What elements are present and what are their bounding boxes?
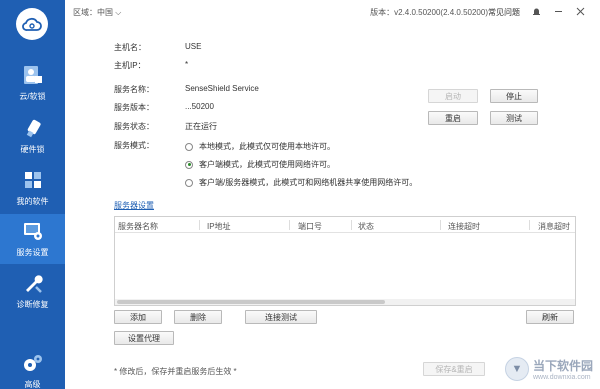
server-settings-link[interactable]: 服务器设置 xyxy=(114,200,154,211)
host-label: 主机名： xyxy=(114,43,146,52)
sidebar-item-label: 云/软锁 xyxy=(19,92,46,101)
start-button[interactable]: 启动 xyxy=(428,89,478,103)
horizontal-scrollbar[interactable] xyxy=(115,299,575,305)
usb-key-icon xyxy=(20,115,46,141)
column-header[interactable]: 状态 xyxy=(358,221,374,232)
column-header[interactable]: 端口号 xyxy=(298,221,322,232)
test-button[interactable]: 测试 xyxy=(490,111,538,125)
sidebar-item-my-software[interactable]: 我的软件 xyxy=(0,163,65,213)
wrench-icon xyxy=(20,270,46,296)
mode-local-radio[interactable]: 本地模式，此模式仅可使用本地许可。 xyxy=(185,141,335,152)
server-table: 服务器名称 IP地址 端口号 状态 连接超时 消息超时 xyxy=(114,216,576,306)
service-name-value: SenseShield Service xyxy=(185,84,259,93)
chevron-down-icon: ⌵ xyxy=(115,8,122,17)
column-divider[interactable] xyxy=(289,220,290,230)
bell-icon[interactable] xyxy=(530,5,542,17)
column-divider[interactable] xyxy=(440,220,441,230)
download-arrow-icon: ▼ xyxy=(505,356,529,381)
service-version-label: 服务版本： xyxy=(114,103,154,112)
save-restart-button[interactable]: 保存&重启 xyxy=(423,362,485,376)
sidebar-item-advanced[interactable]: 高级 xyxy=(0,346,65,389)
table-header: 服务器名称 IP地址 端口号 状态 连接超时 消息超时 xyxy=(115,217,575,233)
column-divider[interactable] xyxy=(529,220,530,230)
column-divider[interactable] xyxy=(351,220,352,230)
watermark: ▼ 当下软件园 www.downxia.com xyxy=(505,348,600,389)
service-mode-label: 服务模式： xyxy=(114,141,154,150)
ip-value: * xyxy=(185,60,189,69)
ip-label: 主机IP： xyxy=(114,61,146,70)
mode-client-server-radio[interactable]: 客户端/服务器模式，此模式可和网络机器共享使用网络许可。 xyxy=(185,177,417,188)
service-status-value: 正在运行 xyxy=(185,122,217,131)
mode-label: 客户端模式，此模式可使用网络许可。 xyxy=(199,160,335,169)
delete-button[interactable]: 删除 xyxy=(174,310,222,324)
sidebar-item-hardware-lock[interactable]: 硬件锁 xyxy=(0,111,65,161)
mode-label: 本地模式，此模式仅可使用本地许可。 xyxy=(199,142,335,151)
radio-circle-selected xyxy=(185,160,193,169)
close-icon[interactable] xyxy=(574,5,586,17)
refresh-button[interactable]: 刷新 xyxy=(526,310,574,324)
sidebar-item-label: 服务设置 xyxy=(16,248,49,257)
mode-client-radio[interactable]: 客户端模式，此模式可使用网络许可。 xyxy=(185,159,335,170)
add-button[interactable]: 添加 xyxy=(114,310,162,324)
faq-link[interactable]: 常见问题 xyxy=(488,7,520,18)
sidebar-item-label: 硬件锁 xyxy=(20,145,45,154)
column-header[interactable]: 消息超时 xyxy=(538,221,570,232)
column-header[interactable]: 服务器名称 xyxy=(118,221,158,232)
region-label: 区域：中国 xyxy=(73,8,113,17)
sidebar: 云/软锁 硬件锁 我的软件 服务设置 诊断修复 高级 xyxy=(0,0,65,389)
sidebar-item-service-settings[interactable]: 服务设置 xyxy=(0,214,65,264)
mode-label: 客户端/服务器模式，此模式可和网络机器共享使用网络许可。 xyxy=(199,178,418,187)
service-version-value: ...50200 xyxy=(185,102,214,111)
service-name-label: 服务名称： xyxy=(114,85,154,94)
sidebar-item-label: 我的软件 xyxy=(16,197,49,206)
radio-circle xyxy=(185,142,193,151)
service-status-label: 服务状态： xyxy=(114,122,154,131)
version-text: 版本：v2.4.0.50200(2.4.0.50200) xyxy=(370,8,488,17)
column-divider[interactable] xyxy=(199,220,200,230)
title-bar: 区域：中国 ⌵ 版本：v2.4.0.50200(2.4.0.50200) 常见问… xyxy=(65,0,600,24)
footnote-text: * 修改后，保存并重启服务后生效 * xyxy=(114,367,237,376)
host-value: USE xyxy=(185,42,202,51)
cubes-icon xyxy=(20,167,46,193)
column-header[interactable]: IP地址 xyxy=(207,221,231,232)
stop-button[interactable]: 停止 xyxy=(490,89,538,103)
server-settings-icon xyxy=(20,218,46,244)
cloud-logo-icon xyxy=(22,17,42,31)
proxy-settings-button[interactable]: 设置代理 xyxy=(114,331,174,345)
scrollbar-thumb[interactable] xyxy=(117,300,385,304)
connect-test-button[interactable]: 连接测试 xyxy=(245,310,317,324)
sidebar-item-diagnose-repair[interactable]: 诊断修复 xyxy=(0,266,65,316)
sidebar-item-label: 诊断修复 xyxy=(16,300,49,309)
sidebar-item-cloud-lock[interactable]: 云/软锁 xyxy=(0,58,65,108)
minimize-icon[interactable] xyxy=(552,5,564,17)
gears-icon xyxy=(20,350,46,376)
column-header[interactable]: 连接超时 xyxy=(448,221,480,232)
radio-circle xyxy=(185,178,193,187)
app-logo xyxy=(16,8,48,40)
restart-button[interactable]: 重启 xyxy=(428,111,478,125)
user-lock-icon xyxy=(20,62,46,88)
watermark-title: 当下软件园 xyxy=(533,358,594,373)
watermark-url: www.downxia.com xyxy=(533,373,591,381)
sidebar-item-label: 高级 xyxy=(24,380,41,389)
region-selector[interactable]: 区域：中国 ⌵ xyxy=(73,7,121,18)
